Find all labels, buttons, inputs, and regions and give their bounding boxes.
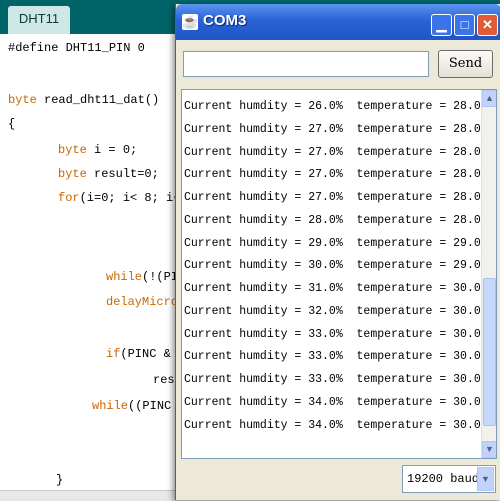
serial-output-line: Current humdity = 33.0% temperature = 30… (184, 327, 488, 341)
code-text: #define DHT11_PIN 0 // (8, 41, 203, 55)
serial-output-line: Current humdity = 34.0% temperature = 30… (184, 418, 488, 432)
code-line: { (8, 116, 15, 132)
code-line: byte result=0; (58, 166, 159, 182)
code-text: result=0; (86, 167, 159, 181)
output-lines: Current humdity = 26.0% temperature = 28… (182, 96, 488, 437)
baud-rate-value: 19200 baud (407, 472, 480, 486)
code-keyword: for (58, 191, 80, 205)
code-keyword: while (106, 270, 143, 284)
code-keyword: byte (58, 143, 87, 157)
title-bar[interactable]: ☕ COM3 ▁ □ ✕ (176, 4, 500, 40)
serial-output-line: Current humdity = 27.0% temperature = 28… (184, 122, 488, 136)
code-keyword: if (106, 347, 121, 361)
serial-output-line: Current humdity = 33.0% temperature = 30… (184, 373, 488, 386)
baud-rate-select[interactable]: 19200 baud ▼ (402, 465, 496, 493)
code-text: i = 0; (86, 143, 138, 157)
serial-output-line: Current humdity = 29.0% temperature = 29… (184, 236, 488, 250)
serial-output-line: Current humdity = 31.0% temperature = 30… (184, 282, 488, 295)
serial-monitor-window: ☕ COM3 ▁ □ ✕ Send Current humdity = 26.0… (175, 4, 500, 500)
window-client: Send Current humdity = 26.0% temperature… (176, 40, 500, 500)
serial-output-line: Current humdity = 26.0% temperature = 28… (184, 100, 488, 113)
chevron-up-icon: ▲ (485, 93, 494, 103)
send-input[interactable] (183, 51, 429, 77)
code-keyword: while (92, 399, 129, 413)
serial-output-line: Current humdity = 27.0% temperature = 28… (184, 168, 488, 182)
maximize-icon: □ (460, 17, 469, 32)
code-line: byte read_dht11_dat() (8, 92, 159, 108)
code-line: while((PINC & (92, 398, 186, 414)
serial-output-line: Current humdity = 32.0% temperature = 30… (184, 304, 488, 318)
code-line: } (56, 472, 63, 488)
scroll-down-button[interactable]: ▼ (482, 441, 496, 458)
serial-output-line: Current humdity = 34.0% temperature = 30… (184, 395, 488, 409)
serial-output-line: Current humdity = 27.0% temperature = 28… (184, 145, 488, 159)
code-line: byte i = 0; (58, 142, 137, 158)
scroll-up-button[interactable]: ▲ (482, 90, 496, 107)
chevron-down-icon: ▼ (481, 474, 490, 484)
close-button[interactable]: ✕ (477, 14, 498, 36)
serial-output-line: Current humdity = 30.0% temperature = 29… (184, 259, 488, 273)
window-title: COM3 (203, 12, 247, 29)
code-text: { (8, 117, 16, 131)
serial-output-line: Current humdity = 33.0% temperature = 30… (184, 350, 488, 364)
minimize-button[interactable]: ▁ (431, 14, 452, 36)
code-keyword: byte (8, 93, 37, 107)
scroll-thumb[interactable] (483, 278, 496, 426)
baud-dropdown-button[interactable]: ▼ (477, 467, 494, 491)
code-keyword: byte (58, 167, 87, 181)
code-text: } (56, 473, 64, 487)
tab-dht11[interactable]: DHT11 (8, 6, 70, 34)
serial-output[interactable]: Current humdity = 26.0% temperature = 28… (181, 89, 497, 459)
serial-output-line: Current humdity = 27.0% temperature = 28… (184, 191, 488, 204)
serial-output-line: Current humdity = 28.0% temperature = 28… (184, 213, 488, 227)
code-line: #define DHT11_PIN 0 // (8, 40, 202, 56)
code-text: read_dht11_dat() (36, 93, 160, 107)
chevron-down-icon: ▼ (485, 444, 494, 454)
maximize-button[interactable]: □ (454, 14, 475, 36)
send-button[interactable]: Send (438, 50, 493, 78)
java-icon: ☕ (182, 14, 199, 30)
minimize-icon: ▁ (436, 17, 447, 32)
close-icon: ✕ (482, 17, 493, 32)
vertical-scrollbar[interactable]: ▲ ▼ (481, 90, 496, 458)
